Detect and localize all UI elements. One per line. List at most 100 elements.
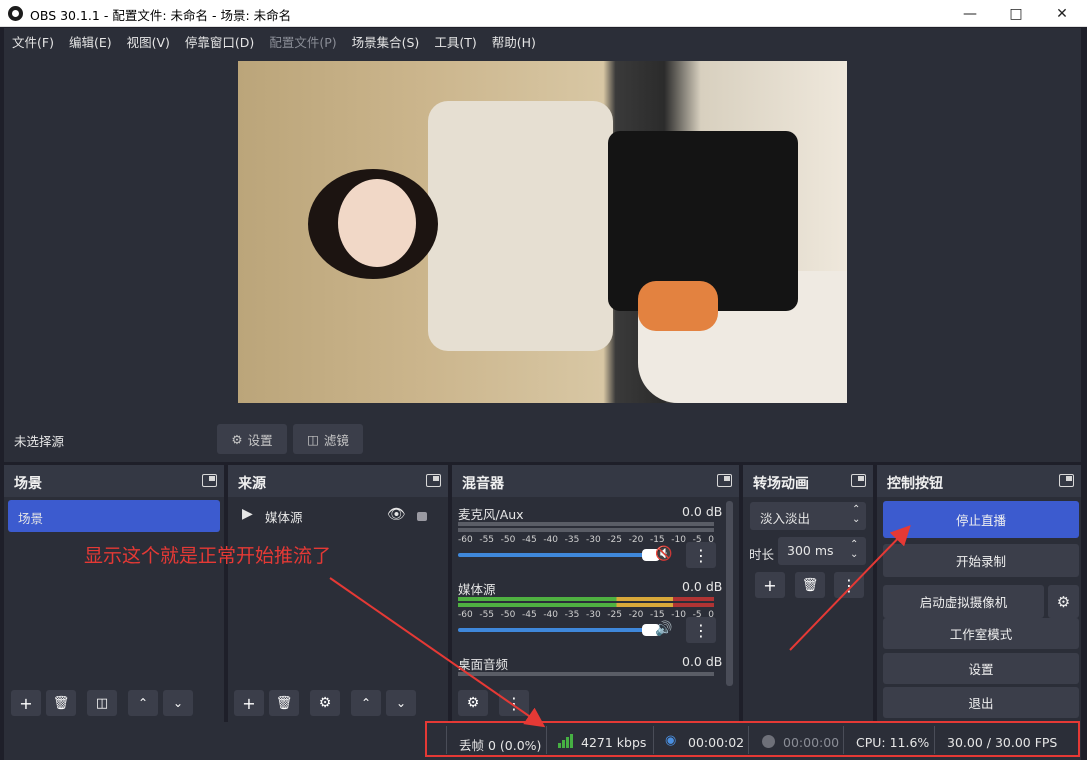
annotation-text: 显示这个就是正常开始推流了	[84, 545, 332, 567]
remove-transition-button[interactable]: 🗑	[795, 572, 825, 598]
speaker-icon[interactable]: 🔊	[655, 621, 672, 637]
controls-title: 控制按钮	[887, 476, 943, 492]
virtual-camera-settings-button[interactable]: ⚙	[1048, 585, 1079, 618]
exit-button[interactable]: 退出	[883, 687, 1079, 718]
visibility-eye-icon[interactable]: 👁	[387, 505, 406, 523]
vu-tick-label: -45	[521, 610, 537, 620]
scene-filters-button[interactable]: ◫	[87, 690, 117, 716]
menu-docks[interactable]: 停靠窗口(D)	[177, 28, 261, 51]
mixer-dock: 混音器 麦克风/Aux 0.0 dB -60 -55 -50 -45 -40 -35 -30…	[452, 465, 739, 722]
stop-streaming-button[interactable]: 停止直播	[883, 501, 1079, 538]
volume-slider[interactable]	[458, 549, 660, 561]
vu-tick-label: -60	[458, 610, 473, 620]
float-dock-icon[interactable]	[717, 474, 732, 487]
minimize-button[interactable]: —	[947, 0, 993, 27]
duration-value: 300 ms	[787, 543, 834, 558]
move-source-down-button[interactable]: ⌄	[386, 690, 416, 716]
gear-icon: ⚙	[1056, 592, 1071, 611]
spinner-arrows-icon: ⌃ ⌄	[850, 539, 859, 560]
more-vertical-icon: ⋮	[506, 693, 522, 713]
mixer-scrollbar[interactable]	[726, 501, 733, 686]
menu-edit[interactable]: 编辑(E)	[61, 28, 119, 51]
vu-tick-label: -40	[543, 610, 559, 620]
video-subject-cardigan	[428, 101, 613, 351]
source-properties-button[interactable]: ⚙	[310, 690, 340, 716]
vu-meter: -60 -55 -50 -45 -40 -35 -30 -25 -20 -15 -10 -5 0	[458, 520, 714, 545]
plus-icon: +	[19, 693, 33, 713]
vu-tick-label: -10	[671, 610, 686, 620]
start-recording-button[interactable]: 开始录制	[883, 544, 1079, 577]
mixer-menu-button[interactable]: ⋮	[499, 690, 529, 716]
vu-tick-label: -30	[585, 535, 601, 545]
lock-icon[interactable]	[417, 512, 427, 521]
move-scene-down-button[interactable]: ⌄	[163, 690, 193, 716]
vu-tick-label: -50	[500, 610, 516, 620]
scene-item-label: 场景	[18, 511, 44, 526]
vu-tick-label: -50	[500, 535, 516, 545]
vu-ticks: -60 -55 -50 -45 -40 -35 -30 -25 -20 -15 -10 -5 0	[458, 610, 714, 620]
float-dock-icon[interactable]	[1059, 474, 1074, 487]
mixer-channel-db: 0.0 dB	[682, 579, 723, 594]
channel-menu-button[interactable]: ⋮	[686, 542, 716, 568]
duration-label: 时长	[749, 547, 775, 562]
move-source-up-button[interactable]: ⌃	[351, 690, 381, 716]
add-transition-button[interactable]: +	[755, 572, 785, 598]
menu-help[interactable]: 帮助(H)	[484, 28, 543, 51]
float-dock-icon[interactable]	[202, 474, 217, 487]
video-pillow	[638, 281, 718, 331]
source-item[interactable]: ▶ 媒体源 👁	[228, 501, 448, 529]
move-scene-up-button[interactable]: ⌃	[128, 690, 158, 716]
controls-dock: 控制按钮 停止直播 开始录制 启动虚拟摄像机 ⚙ 工作室模式 设置 退出	[877, 465, 1081, 722]
mixer-advanced-audio-button[interactable]: ⚙	[458, 690, 488, 716]
menu-tools[interactable]: 工具(T)	[426, 28, 483, 51]
add-source-button[interactable]: +	[234, 690, 264, 716]
sources-dock: 来源 ▶ 媒体源 👁 + 🗑 ⚙ ⌃ ⌄	[228, 465, 448, 722]
chevron-up-icon: ⌃	[360, 696, 372, 710]
preview-canvas[interactable]	[238, 61, 847, 403]
settings-button[interactable]: 设置	[883, 653, 1079, 684]
gear-icon: ⚙	[231, 431, 243, 447]
studio-mode-button[interactable]: 工作室模式	[883, 618, 1079, 649]
close-button[interactable]: ✕	[1039, 0, 1085, 27]
muted-speaker-icon[interactable]: 🔇	[655, 546, 672, 562]
trash-icon: 🗑	[52, 695, 70, 711]
transition-menu-button[interactable]: ⋮	[834, 572, 864, 598]
vu-tick-label: -55	[479, 535, 495, 545]
menu-scene-collection[interactable]: 场景集合(S)	[344, 28, 427, 51]
source-filters-button[interactable]: ◫ 滤镜	[293, 424, 363, 454]
mixer-channel-db: 0.0 dB	[682, 654, 723, 669]
vu-meter	[458, 670, 714, 676]
trash-icon: 🗑	[275, 695, 293, 711]
menu-view[interactable]: 视图(V)	[119, 28, 177, 51]
title-bar: OBS 30.1.1 - 配置文件: 未命名 - 场景: 未命名 — □ ✕	[0, 0, 1087, 27]
vu-tick-label: -30	[585, 610, 601, 620]
add-scene-button[interactable]: +	[11, 690, 41, 716]
gear-icon: ⚙	[466, 695, 480, 711]
no-source-label: 未选择源	[14, 434, 65, 449]
spinner-arrows-icon: ⌃ ⌄	[852, 504, 861, 525]
menu-bar: 文件(F) 编辑(E) 视图(V) 停靠窗口(D) 配置文件(P) 场景集合(S) 工具(T…	[4, 28, 1081, 52]
vu-tick-label: -20	[628, 535, 644, 545]
scene-item[interactable]: 场景	[8, 500, 220, 532]
float-dock-icon[interactable]	[851, 474, 866, 487]
source-settings-button[interactable]: ⚙ 设置	[217, 424, 287, 454]
duration-spinbox[interactable]: 300 ms ⌃ ⌄	[778, 537, 866, 565]
transition-select[interactable]: 淡入淡出 ⌃ ⌄	[750, 502, 866, 530]
start-virtual-camera-button[interactable]: 启动虚拟摄像机	[883, 585, 1044, 618]
source-toolbar	[4, 416, 1081, 462]
maximize-button[interactable]: □	[993, 0, 1039, 27]
vu-tick-label: -10	[671, 535, 686, 545]
filter-icon: ◫	[95, 695, 109, 711]
transitions-title: 转场动画	[753, 476, 809, 492]
float-dock-icon[interactable]	[426, 474, 441, 487]
menu-file[interactable]: 文件(F)	[4, 28, 61, 51]
channel-menu-button[interactable]: ⋮	[686, 617, 716, 643]
vu-tick-label: -25	[607, 535, 622, 545]
window-title: OBS 30.1.1 - 配置文件: 未命名 - 场景: 未命名	[30, 8, 292, 23]
remove-source-button[interactable]: 🗑	[269, 690, 299, 716]
video-subject-face	[338, 179, 416, 267]
source-item-label: 媒体源	[265, 510, 303, 525]
volume-slider[interactable]	[458, 624, 660, 636]
remove-scene-button[interactable]: 🗑	[46, 690, 76, 716]
menu-profile: 配置文件(P)	[269, 35, 337, 50]
